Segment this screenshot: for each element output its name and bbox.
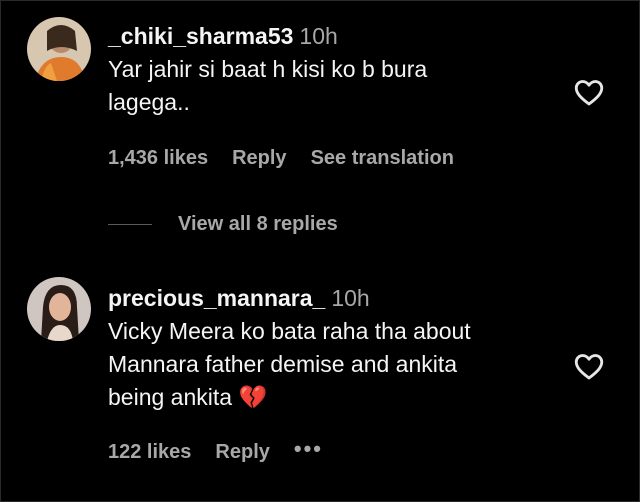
view-replies-label[interactable]: View all 8 replies	[178, 213, 338, 236]
timestamp: 10h	[331, 285, 370, 311]
avatar[interactable]	[27, 277, 91, 341]
likes-count[interactable]: 1,436 likes	[108, 147, 208, 170]
comments-panel: _chiki_sharma53 10h Yar jahir si baat h k…	[0, 0, 640, 502]
view-replies-button[interactable]: View all 8 replies	[108, 213, 338, 236]
username[interactable]: precious_mannara_	[108, 285, 325, 311]
profile-photo-icon	[27, 17, 91, 81]
see-translation-button[interactable]: See translation	[311, 147, 454, 170]
comment-text-line: Mannara father demise and ankita	[108, 351, 458, 377]
comment-text: Vicky Meera ko bata raha tha about Manna…	[108, 315, 561, 414]
comment-text-line: Vicky Meera ko bata raha tha about	[108, 318, 471, 344]
avatar[interactable]	[27, 17, 91, 81]
comment-header: precious_mannara_ 10h	[108, 283, 561, 313]
comment-actions: 122 likes Reply •••	[108, 436, 347, 464]
comment-actions: 1,436 likes Reply See translation	[108, 147, 478, 170]
comment-header: _chiki_sharma53 10h	[108, 21, 561, 51]
replies-divider	[108, 224, 152, 225]
comment-text-line: being ankita	[108, 384, 233, 410]
comment-text-line-last: being ankita 💔	[108, 381, 561, 414]
username[interactable]: _chiki_sharma53	[108, 23, 293, 49]
timestamp: 10h	[299, 23, 338, 49]
profile-photo-icon	[27, 277, 91, 341]
likes-count[interactable]: 122 likes	[108, 441, 191, 464]
heart-outline-icon[interactable]	[571, 349, 607, 383]
comment-text: Yar jahir si baat h kisi ko b bura lageg…	[108, 53, 561, 119]
reply-button[interactable]: Reply	[215, 441, 269, 464]
more-options-icon[interactable]: •••	[294, 436, 323, 462]
reply-button[interactable]: Reply	[232, 147, 286, 170]
heart-outline-icon[interactable]	[571, 75, 607, 109]
broken-heart-icon: 💔	[238, 384, 268, 410]
comment-text-line: lagega..	[108, 89, 190, 115]
comment-text-line: Yar jahir si baat h kisi ko b bura	[108, 56, 428, 82]
